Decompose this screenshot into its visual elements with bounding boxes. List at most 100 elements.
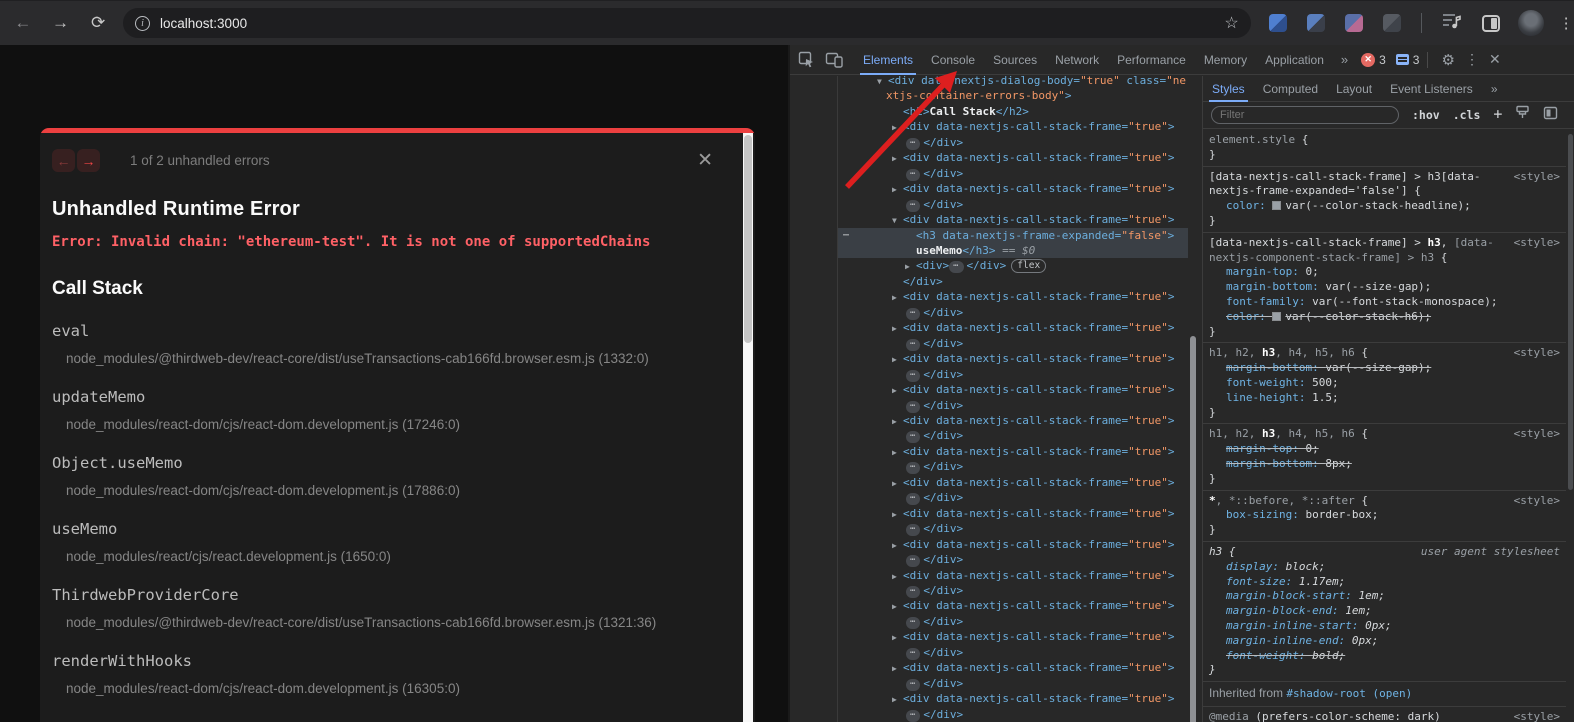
css-declaration[interactable]: margin-block-end: 1em; [1209, 604, 1560, 619]
element-tree-line[interactable]: ▶<div data-nextjs-call-stack-frame="true… [838, 181, 1188, 196]
element-tree-line[interactable]: ▶<div data-nextjs-call-stack-frame="true… [838, 506, 1188, 521]
devtools-tab-performance[interactable]: Performance [1108, 45, 1195, 75]
element-tree-line[interactable]: ⋯</div> [838, 459, 1188, 474]
element-tree-line[interactable]: ⋯</div> [838, 521, 1188, 536]
extension-icon[interactable] [1307, 14, 1325, 32]
expand-arrow-icon[interactable]: ▶ [892, 290, 897, 305]
element-tree-line[interactable]: ▶<div data-nextjs-call-stack-frame="true… [838, 568, 1188, 583]
collapse-arrow-icon[interactable]: ▼ [892, 213, 897, 228]
collapse-arrow-icon[interactable]: ▼ [877, 76, 882, 89]
rule-origin-label[interactable]: <style> [1514, 236, 1560, 251]
rule-selector[interactable]: [data-nextjs-call-stack-frame] > h3, [da… [1209, 236, 1560, 266]
ellipsis-icon[interactable]: ⋯ [906, 169, 920, 181]
computed-sidebar-toggle-icon[interactable] [1543, 106, 1558, 125]
previous-error-button[interactable]: ← [52, 149, 75, 172]
element-tree-line[interactable]: ▶<div data-nextjs-call-stack-frame="true… [838, 444, 1188, 459]
profile-avatar[interactable] [1518, 10, 1544, 36]
css-declaration[interactable]: font-weight: bold; [1209, 649, 1560, 664]
expand-arrow-icon[interactable]: ▶ [892, 383, 897, 398]
devtools-tab-elements[interactable]: Elements [854, 45, 922, 75]
dialog-scrollbar-thumb[interactable] [744, 135, 752, 343]
error-badge[interactable]: ✕ 3 [1361, 53, 1386, 67]
elements-scrollbar-thumb[interactable] [1190, 336, 1196, 722]
devtools-tab-application[interactable]: Application [1256, 45, 1333, 75]
url-text[interactable]: localhost:3000 [160, 16, 1224, 31]
css-declaration[interactable]: font-family: var(--font-stack-monospace)… [1209, 295, 1560, 310]
element-tree-line[interactable]: ⋯</div> [838, 645, 1188, 660]
ellipsis-icon[interactable]: ⋯ [906, 308, 920, 320]
expand-arrow-icon[interactable]: ▶ [892, 507, 897, 522]
style-rule[interactable]: <style>[data-nextjs-call-stack-frame] > … [1203, 233, 1566, 344]
media-controls-icon[interactable] [1442, 12, 1462, 35]
element-tree-line[interactable]: ⋯</div> [838, 428, 1188, 443]
devtools-settings-icon[interactable]: ⚙ [1441, 51, 1454, 69]
styles-tab-event-listeners[interactable]: Event Listeners [1381, 76, 1482, 102]
expand-arrow-icon[interactable]: ▶ [892, 414, 897, 429]
css-declaration[interactable]: margin-bottom: var(--size-gap); [1209, 280, 1560, 295]
expand-arrow-icon[interactable]: ▶ [892, 661, 897, 676]
style-rule[interactable]: <style>h1, h2, h3, h4, h5, h6 {margin-to… [1203, 424, 1566, 490]
dialog-scrollbar[interactable] [743, 133, 753, 722]
element-tree-line[interactable]: ⋯</div> [838, 166, 1188, 181]
rule-origin-label[interactable]: <style> [1514, 170, 1560, 185]
more-tabs-icon[interactable]: » [1333, 52, 1355, 67]
element-tree-line[interactable]: ▶<div data-nextjs-call-stack-frame="true… [838, 537, 1188, 552]
css-declaration[interactable]: margin-inline-start: 0px; [1209, 619, 1560, 634]
style-rule[interactable]: <style>h1, h2, h3, h4, h5, h6 {margin-bo… [1203, 343, 1566, 424]
element-tree-line[interactable]: ⋯<h3 data-nextjs-frame-expanded="false"> [838, 228, 1188, 243]
call-stack-frame[interactable]: renderWithHooksnode_modules/react-dom/cj… [52, 652, 741, 696]
devtools-menu-icon[interactable]: ⋮ [1465, 51, 1479, 68]
ellipsis-icon[interactable]: ⋯ [906, 431, 920, 443]
styles-filter-input[interactable] [1211, 106, 1399, 124]
element-tree-line[interactable]: ▶<div data-nextjs-call-stack-frame="true… [838, 629, 1188, 644]
styles-tab-computed[interactable]: Computed [1254, 76, 1327, 102]
element-tree-line[interactable]: useMemo</h3> == $0 [838, 243, 1188, 258]
rule-origin-label[interactable]: <style> [1514, 346, 1560, 361]
call-stack-frame[interactable]: updateMemonode_modules/react-dom/cjs/rea… [52, 388, 741, 432]
devtools-tab-console[interactable]: Console [922, 45, 984, 75]
style-rule[interactable]: <style>[data-nextjs-call-stack-frame] > … [1203, 167, 1566, 233]
element-tree-line[interactable]: ⋯</div> [838, 367, 1188, 382]
expand-arrow-icon[interactable]: ▶ [892, 538, 897, 553]
expand-arrow-icon[interactable]: ▶ [892, 151, 897, 166]
css-declaration[interactable]: font-size: 1.17em; [1209, 575, 1560, 590]
new-style-rule-button[interactable]: + [1493, 105, 1502, 123]
side-panel-icon[interactable] [1482, 15, 1501, 32]
ellipsis-icon[interactable]: ⋯ [906, 710, 920, 722]
ellipsis-icon[interactable]: ⋯ [906, 200, 920, 212]
expand-arrow-icon[interactable]: ▶ [892, 352, 897, 367]
device-toolbar-icon[interactable] [825, 52, 843, 68]
element-tree-line[interactable]: ▶<div data-nextjs-call-stack-frame="true… [838, 150, 1188, 165]
styles-tab-layout[interactable]: Layout [1327, 76, 1381, 102]
ellipsis-icon[interactable]: ⋯ [906, 648, 920, 660]
element-tree-line[interactable]: ▶<div data-nextjs-call-stack-frame="true… [838, 289, 1188, 304]
element-tree-line[interactable]: ▼<div data-nextjs-call-stack-frame="true… [838, 212, 1188, 227]
call-stack-frame[interactable]: Object.useMemonode_modules/react-dom/cjs… [52, 454, 741, 498]
color-swatch[interactable] [1272, 201, 1281, 210]
element-states-button[interactable]: :hov [1412, 108, 1440, 122]
expand-arrow-icon[interactable]: ▶ [892, 630, 897, 645]
ellipsis-icon[interactable]: ⋯ [906, 462, 920, 474]
expand-arrow-icon[interactable]: ▶ [892, 476, 897, 491]
extension-icon[interactable] [1383, 14, 1401, 32]
styles-more-tabs-icon[interactable]: » [1482, 76, 1507, 102]
element-tree-line[interactable]: </div> [838, 274, 1188, 289]
style-rule[interactable]: <style>*, *::before, *::after {box-sizin… [1203, 491, 1566, 542]
css-declaration[interactable]: margin-inline-end: 0px; [1209, 634, 1560, 649]
devtools-close-icon[interactable]: ✕ [1489, 51, 1501, 68]
css-declaration[interactable]: color: var(--color-stack-headline); [1209, 199, 1560, 214]
css-declaration[interactable]: margin-bottom: var(--size-gap); [1209, 361, 1560, 376]
expand-arrow-icon[interactable]: ▶ [892, 182, 897, 197]
element-tree-line[interactable]: ▼<div data-nextjs-dialog-body="true" cla… [838, 76, 1188, 88]
element-tree-line[interactable]: ⋯</div> [838, 583, 1188, 598]
element-tree-line[interactable]: ⋯</div> [838, 676, 1188, 691]
reload-icon[interactable]: ⟳ [83, 8, 113, 38]
element-tree-line[interactable]: ▶<div data-nextjs-call-stack-frame="true… [838, 598, 1188, 613]
extension-icon[interactable] [1345, 14, 1363, 32]
element-tree-line[interactable]: ▶<div data-nextjs-call-stack-frame="true… [838, 119, 1188, 134]
element-tree-line[interactable]: ⋯</div> [838, 305, 1188, 320]
ellipsis-icon[interactable]: ⋯ [906, 679, 920, 691]
back-icon[interactable]: ← [8, 8, 38, 38]
element-tree-line[interactable]: <h2>Call Stack</h2> [838, 104, 1188, 119]
expand-arrow-icon[interactable]: ▶ [892, 599, 897, 614]
